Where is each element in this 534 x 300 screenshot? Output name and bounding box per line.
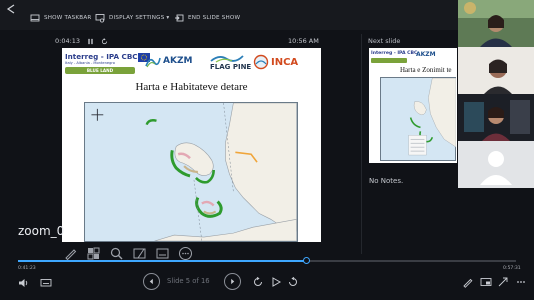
next-slide-title: Harta e Zonimit te bbox=[400, 66, 452, 74]
expand-icon[interactable] bbox=[497, 276, 509, 288]
prev-icon bbox=[149, 278, 153, 285]
participant-photo-3 bbox=[458, 94, 534, 141]
reset-icon[interactable] bbox=[287, 276, 299, 288]
inca-logo: INCA bbox=[253, 54, 298, 70]
progress-handle[interactable] bbox=[303, 257, 311, 264]
reset-icon[interactable] bbox=[101, 37, 108, 45]
clock: 10:56 AM bbox=[288, 37, 319, 45]
next-slide-button[interactable] bbox=[224, 273, 241, 290]
pen-icon[interactable] bbox=[462, 276, 474, 288]
panel-divider bbox=[361, 34, 362, 254]
speaker-notes: No Notes. bbox=[369, 177, 404, 185]
display-settings-button[interactable]: DISPLAY SETTINGS ▾ bbox=[95, 11, 169, 25]
slide-title: Harta e Habitateve detare bbox=[135, 81, 248, 93]
end-show-icon bbox=[174, 13, 184, 23]
pointer-icon[interactable] bbox=[132, 246, 147, 261]
reset-view-icon[interactable] bbox=[252, 276, 264, 288]
akzm-wave-icon bbox=[145, 57, 161, 68]
more-icon[interactable] bbox=[515, 276, 527, 288]
timer-value: 0:04:13 bbox=[55, 37, 81, 45]
akzm-name: AKZM bbox=[163, 56, 193, 66]
end-slide-show-label: END SLIDE SHOW bbox=[188, 15, 241, 21]
display-settings-label: DISPLAY SETTINGS ▾ bbox=[109, 15, 170, 21]
interreg-name: Interreg - IPA CBC bbox=[65, 52, 138, 61]
participant-photo-2 bbox=[458, 47, 534, 94]
participant-video-2 bbox=[458, 47, 534, 94]
display-icon[interactable] bbox=[480, 276, 492, 288]
participant-video-3 bbox=[458, 94, 534, 141]
next-slide-thumbnail[interactable]: Interreg - IPA CBC AKZM Harta e Zonimit … bbox=[369, 48, 457, 163]
show-taskbar-label: SHOW TASKBAR bbox=[44, 15, 92, 21]
magnifier-icon[interactable] bbox=[109, 246, 124, 261]
pause-icon[interactable] bbox=[87, 38, 94, 45]
inca-name: INCA bbox=[271, 56, 299, 68]
next-slide-label: Next slide bbox=[368, 37, 401, 45]
participant-photo-1 bbox=[458, 0, 534, 47]
subtitles-icon[interactable] bbox=[155, 246, 170, 261]
previous-slide-button[interactable] bbox=[143, 273, 160, 290]
slide-tools bbox=[63, 246, 193, 261]
show-taskbar-button[interactable]: SHOW TASKBAR bbox=[30, 11, 91, 25]
progress-fill bbox=[18, 260, 307, 262]
interreg-project: BLUE LAND bbox=[65, 67, 135, 74]
flag-pine-wave-icon bbox=[210, 55, 244, 63]
captions-icon[interactable] bbox=[40, 277, 52, 289]
volume-icon[interactable] bbox=[18, 277, 30, 289]
zoom-overlay-label: zoom_0 bbox=[18, 224, 65, 238]
next-blue-land-band bbox=[371, 58, 407, 63]
next-map-drawing bbox=[408, 78, 456, 156]
presenter-timer: 0:04:13 bbox=[55, 37, 108, 45]
next-zoning-map bbox=[380, 77, 456, 161]
total-time: 0:57:31 bbox=[503, 266, 521, 271]
slide-counter: Slide 5 of 16 bbox=[167, 277, 210, 285]
taskbar-icon bbox=[30, 13, 40, 23]
current-slide: Interreg - IPA CBC Italy - Albania - Mon… bbox=[62, 48, 321, 242]
play-icon[interactable] bbox=[270, 276, 282, 288]
elapsed-time: 0:41:23 bbox=[18, 266, 36, 271]
participant-video-1 bbox=[458, 0, 534, 47]
more-icon[interactable] bbox=[178, 246, 193, 261]
flag-pine-logo: FLAG PINE bbox=[210, 53, 251, 71]
map-drawing bbox=[85, 103, 297, 241]
inca-circle-icon bbox=[253, 54, 269, 70]
interreg-logo: Interreg - IPA CBC Italy - Albania - Mon… bbox=[65, 52, 138, 74]
back-arrow-icon[interactable] bbox=[5, 2, 19, 16]
end-slide-show-button[interactable]: END SLIDE SHOW bbox=[174, 11, 240, 25]
habitat-map bbox=[84, 102, 298, 242]
display-settings-icon bbox=[95, 13, 105, 23]
flag-pine-name: FLAG PINE bbox=[210, 63, 252, 71]
akzm-logo: AKZM bbox=[145, 54, 192, 68]
pen-icon[interactable] bbox=[63, 246, 78, 261]
grid-icon[interactable] bbox=[86, 246, 101, 261]
next-icon bbox=[231, 278, 235, 285]
next-interreg-name: Interreg - IPA CBC bbox=[371, 51, 418, 56]
participant-tile-4 bbox=[458, 141, 534, 188]
next-akzm-name: AKZM bbox=[416, 51, 436, 58]
interreg-countries: Italy - Albania - Montenegro bbox=[65, 61, 115, 65]
participant-avatar-4 bbox=[458, 141, 534, 188]
